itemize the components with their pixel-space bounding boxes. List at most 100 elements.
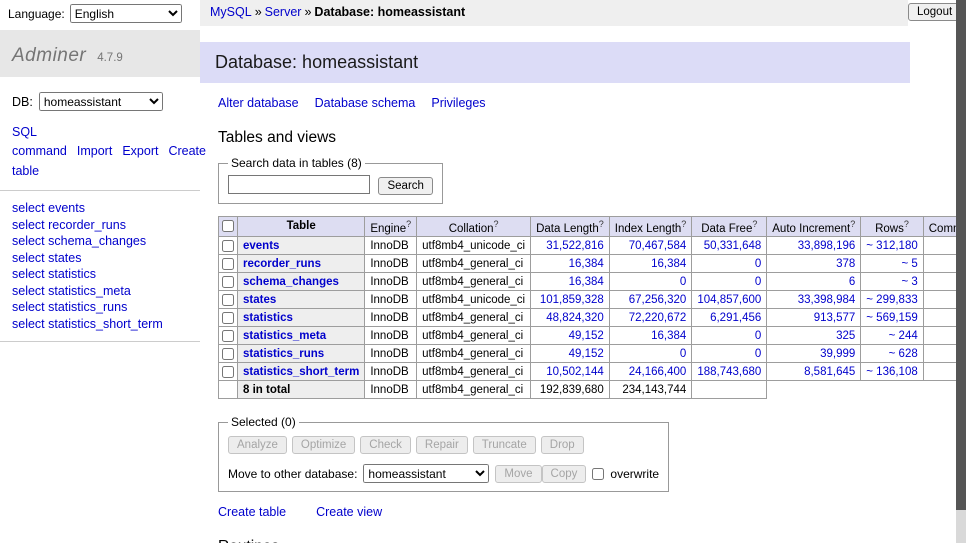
table-link-states[interactable]: states (243, 294, 276, 306)
alter-database-link[interactable]: Alter database (218, 96, 299, 110)
help-icon[interactable]: ? (493, 219, 498, 229)
help-icon[interactable]: ? (752, 219, 757, 229)
create-view-link[interactable]: Create view (316, 505, 382, 519)
index-length-cell: 16,384 (609, 327, 692, 345)
drop-button[interactable]: Drop (541, 436, 584, 454)
move-db-select[interactable]: homeassistant (363, 464, 489, 483)
scrollbar-thumb[interactable] (956, 0, 966, 510)
sidebar-link-select-recorder-runs[interactable]: select recorder_runs (12, 217, 188, 234)
row-select-cell (219, 345, 238, 363)
sidebar: Adminer 4.7.9 DB: homeassistant SQL comm… (0, 26, 200, 543)
sidebar-link-select-statistics[interactable]: select statistics (12, 266, 188, 283)
data-length-cell: 49,152 (531, 345, 610, 363)
breadcrumb-server-link[interactable]: Server (265, 5, 302, 19)
table-name-cell: events (238, 237, 365, 255)
auto-increment-cell: 8,581,645 (767, 363, 861, 381)
table-link-events[interactable]: events (243, 240, 279, 252)
table-link-statistics-meta[interactable]: statistics_meta (243, 330, 326, 342)
select-all-checkbox[interactable] (222, 220, 234, 232)
language-selector: Language: English (0, 0, 200, 23)
row-checkbox[interactable] (222, 258, 234, 270)
engine-cell: InnoDB (365, 309, 417, 327)
sidebar-link-export[interactable]: Export (122, 144, 158, 158)
selected-legend: Selected (0) (228, 415, 299, 429)
breadcrumb: MySQL»Server»Database: homeassistant (200, 0, 908, 26)
table-link-statistics-short-term[interactable]: statistics_short_term (243, 366, 359, 378)
help-icon[interactable]: ? (681, 219, 686, 229)
table-name-cell: recorder_runs (238, 255, 365, 273)
data-length-cell: 16,384 (531, 273, 610, 291)
table-link-statistics[interactable]: statistics (243, 312, 293, 324)
repair-button[interactable]: Repair (416, 436, 468, 454)
table-name-cell: statistics_meta (238, 327, 365, 345)
move-button[interactable]: Move (495, 465, 541, 483)
sidebar-link-select-schema-changes[interactable]: select schema_changes (12, 233, 188, 250)
data-free-cell: 104,857,600 (692, 291, 767, 309)
column-header-label: Collation (449, 222, 494, 234)
row-checkbox[interactable] (222, 240, 234, 252)
data-length-cell: 48,824,320 (531, 309, 610, 327)
create-table-link[interactable]: Create table (218, 505, 286, 519)
sidebar-link-select-events[interactable]: select events (12, 200, 188, 217)
table-row: statistics_runsInnoDButf8mb4_general_ci4… (219, 345, 966, 363)
analyze-button[interactable]: Analyze (228, 436, 287, 454)
table-link-statistics-runs[interactable]: statistics_runs (243, 348, 324, 360)
table-link-recorder-runs[interactable]: recorder_runs (243, 258, 321, 270)
sidebar-link-import[interactable]: Import (77, 144, 112, 158)
rows-cell: ~ 3 (861, 273, 923, 291)
copy-button[interactable]: Copy (542, 465, 587, 483)
collation-cell: utf8mb4_general_ci (417, 327, 531, 345)
search-input[interactable] (228, 175, 370, 194)
column-header-label: Rows (875, 222, 904, 234)
row-select-cell (219, 273, 238, 291)
column-header-data-length: Data Length? (531, 216, 610, 237)
table-name-cell: statistics_runs (238, 345, 365, 363)
row-checkbox[interactable] (222, 294, 234, 306)
column-header-index-length: Index Length? (609, 216, 692, 237)
db-select[interactable]: homeassistant (39, 92, 163, 111)
privileges-link[interactable]: Privileges (431, 96, 485, 110)
db-links: Alter database Database schema Privileges (218, 96, 966, 110)
db-label: DB: (12, 95, 33, 109)
scrollbar[interactable] (956, 0, 966, 543)
breadcrumb-separator: » (304, 5, 311, 19)
check-button[interactable]: Check (360, 436, 411, 454)
column-header-data-free: Data Free? (692, 216, 767, 237)
index-length-cell: 16,384 (609, 255, 692, 273)
column-header-rows: Rows? (861, 216, 923, 237)
row-checkbox[interactable] (222, 348, 234, 360)
overwrite-checkbox[interactable] (592, 468, 604, 480)
help-icon[interactable]: ? (850, 219, 855, 229)
row-checkbox[interactable] (222, 366, 234, 378)
column-header-label: Table (287, 220, 316, 232)
database-schema-link[interactable]: Database schema (315, 96, 416, 110)
data-free-cell: 0 (692, 273, 767, 291)
row-checkbox[interactable] (222, 330, 234, 342)
sidebar-link-select-statistics-runs[interactable]: select statistics_runs (12, 299, 188, 316)
logout-button[interactable]: Logout (908, 3, 961, 21)
help-icon[interactable]: ? (406, 219, 411, 229)
sidebar-link-select-states[interactable]: select states (12, 250, 188, 267)
table-link-schema-changes[interactable]: schema_changes (243, 276, 339, 288)
index-length-cell: 70,467,584 (609, 237, 692, 255)
search-button[interactable]: Search (378, 177, 432, 195)
auto-increment-cell: 325 (767, 327, 861, 345)
row-checkbox[interactable] (222, 276, 234, 288)
help-icon[interactable]: ? (599, 219, 604, 229)
data-length-cell: 101,859,328 (531, 291, 610, 309)
language-select[interactable]: English (70, 4, 182, 23)
help-icon[interactable]: ? (904, 219, 909, 229)
data-free-cell: 50,331,648 (692, 237, 767, 255)
data-length-cell: 49,152 (531, 327, 610, 345)
row-checkbox[interactable] (222, 312, 234, 324)
truncate-button[interactable]: Truncate (473, 436, 536, 454)
breadcrumb-mysql-link[interactable]: MySQL (210, 5, 252, 19)
index-length-cell: 0 (609, 273, 692, 291)
data-free-cell: 0 (692, 255, 767, 273)
create-links: Create table Create view (218, 505, 966, 519)
optimize-button[interactable]: Optimize (292, 436, 355, 454)
collation-cell: utf8mb4_general_ci (417, 363, 531, 381)
sidebar-link-sql-command[interactable]: SQL command (12, 125, 67, 158)
sidebar-link-select-statistics-short-term[interactable]: select statistics_short_term (12, 316, 188, 333)
sidebar-link-select-statistics-meta[interactable]: select statistics_meta (12, 283, 188, 300)
